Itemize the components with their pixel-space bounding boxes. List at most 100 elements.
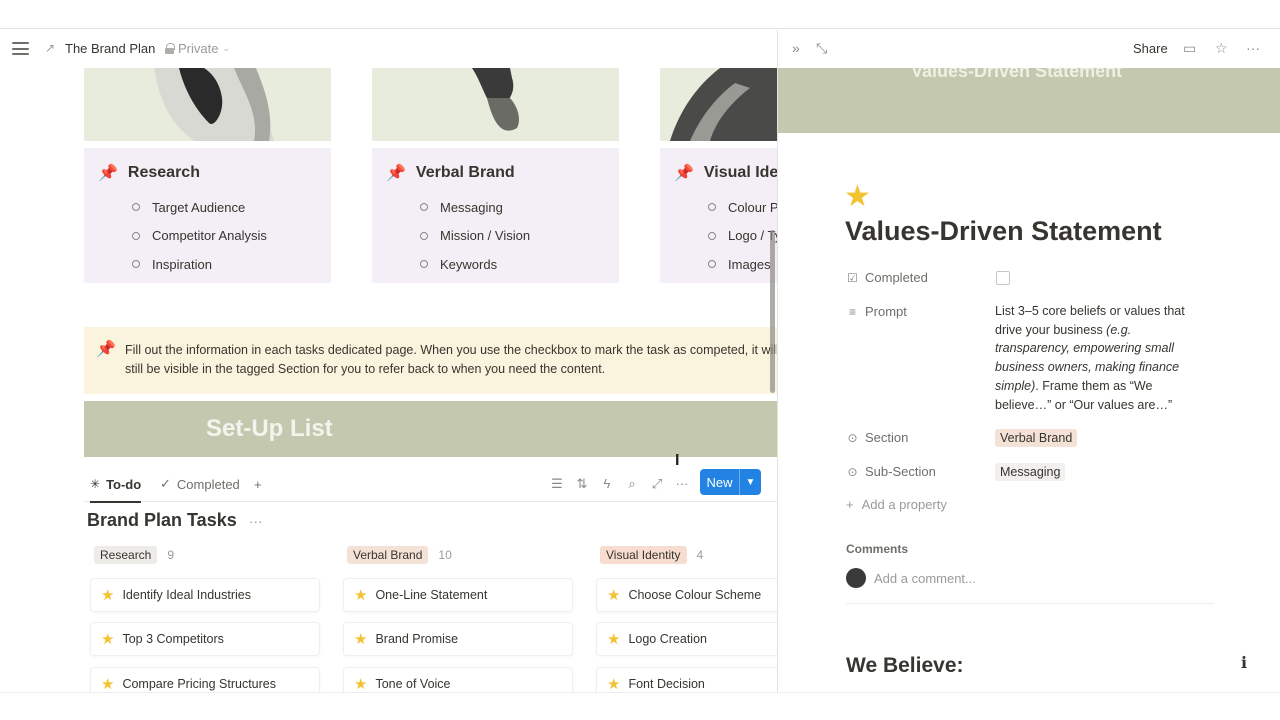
- star-icon: ★: [607, 631, 621, 648]
- banner-title: Set-Up List: [206, 415, 333, 442]
- card-title-wrap: 📌 Verbal Brand: [386, 163, 515, 183]
- search-icon[interactable]: ⌕: [624, 476, 640, 492]
- share-button[interactable]: Share: [1133, 41, 1168, 56]
- prompt-text: List 3–5 core beliefs or values that dri…: [995, 304, 1185, 337]
- card-title-wrap: 📌 Research: [98, 163, 200, 183]
- property-label: Sub-Section: [865, 464, 936, 479]
- task-card[interactable]: ★ Choose Colour Scheme: [596, 578, 777, 612]
- view-tabs-bar: ✳ To-do ✓ Completed + ☰ ⇅ ϟ ⌕ ⤢ ··· New …: [84, 466, 777, 503]
- column-tag: Research: [94, 546, 158, 564]
- gallery-cover-visual: [660, 68, 777, 141]
- more-options-icon[interactable]: ···: [674, 476, 690, 491]
- tab-to-do[interactable]: ✳ To-do: [90, 471, 142, 503]
- checkmark-icon: ✓: [160, 476, 171, 491]
- card-list-item: Images: [708, 250, 777, 279]
- task-card[interactable]: ★ Brand Promise: [343, 622, 573, 656]
- avatar: [846, 568, 866, 588]
- add-view-button[interactable]: +: [254, 471, 262, 497]
- cover-text: Values-Driven Statement: [911, 68, 1123, 81]
- section-tag[interactable]: Verbal Brand: [995, 429, 1078, 447]
- more-options-icon[interactable]: ···: [1246, 40, 1260, 56]
- task-title: Brand Promise: [375, 632, 459, 646]
- checkbox-property-icon: ☑: [847, 270, 858, 285]
- card-list: Messaging Mission / Vision Keywords: [420, 193, 530, 279]
- card-list-item: Mission / Vision: [420, 222, 530, 251]
- task-card[interactable]: ★ Compare Pricing Structures: [90, 667, 320, 692]
- board-column-verbal-brand: Verbal Brand 10 ★ One-Line Statement ★ Bra…: [339, 545, 573, 692]
- task-card[interactable]: ★ Identify Ideal Industries: [90, 578, 320, 612]
- chevron-down-icon[interactable]: ▼: [739, 469, 761, 495]
- select-property-icon: ⊙: [847, 464, 858, 479]
- section-heading: We Believe:: [846, 654, 964, 677]
- property-section[interactable]: ⊙ Section: [846, 430, 908, 445]
- open-full-page-icon[interactable]: ⤡: [816, 40, 827, 57]
- card-list: Colour Palette Logo / Typography Images: [708, 193, 777, 279]
- task-title: Tone of Voice: [375, 677, 451, 691]
- new-button[interactable]: New ▼: [700, 469, 761, 495]
- property-completed[interactable]: ☑ Completed: [846, 270, 928, 285]
- task-title: Font Decision: [628, 677, 705, 691]
- prompt-value[interactable]: List 3–5 core beliefs or values that dri…: [995, 302, 1205, 414]
- page-star-icon[interactable]: ★: [844, 179, 871, 214]
- gallery-cover-research: [84, 68, 331, 141]
- comment-input[interactable]: Add a comment...: [874, 571, 1204, 586]
- lock-icon: [165, 43, 175, 54]
- main-page: ↗ The Brand Plan Private ⌄ 📌 Research Ta…: [0, 30, 777, 692]
- sparkle-icon: ✳: [90, 477, 101, 491]
- instructions-callout: 📌 Fill out the information in each tasks…: [84, 327, 777, 394]
- pushpin-icon: 📌: [674, 165, 694, 182]
- add-property-label: Add a property: [861, 497, 947, 512]
- filter-icon[interactable]: ☰: [549, 476, 565, 492]
- close-peek-icon[interactable]: »: [792, 40, 800, 56]
- automation-icon[interactable]: ϟ: [599, 476, 615, 491]
- card-list-item: Colour Palette: [708, 193, 777, 222]
- tab-completed[interactable]: ✓ Completed: [160, 471, 240, 497]
- page-title[interactable]: Values-Driven Statement: [845, 216, 1162, 247]
- card-list-item: Inspiration: [132, 250, 267, 279]
- select-property-icon: ⊙: [847, 430, 858, 445]
- sort-icon[interactable]: ⇅: [574, 476, 590, 492]
- card-title: Verbal Brand: [415, 164, 515, 181]
- breadcrumb-title[interactable]: The Brand Plan: [65, 41, 155, 56]
- card-list-item: Logo / Typography: [708, 222, 777, 251]
- task-card[interactable]: ★ Font Decision: [596, 667, 777, 692]
- property-label: Section: [865, 430, 909, 445]
- privacy-selector[interactable]: Private ⌄: [165, 41, 230, 56]
- ai-assistant-icon[interactable]: ℹ: [1241, 653, 1247, 673]
- gallery-card-visual-identity[interactable]: 📌 Visual Identity Colour Palette Logo / …: [660, 148, 777, 283]
- card-title-wrap: 📌 Visual Identity: [674, 163, 777, 183]
- favorite-star-icon[interactable]: ☆: [1215, 40, 1228, 57]
- task-card[interactable]: ★ Logo Creation: [596, 622, 777, 656]
- card-title: Research: [127, 164, 200, 181]
- task-card[interactable]: ★ Tone of Voice: [343, 667, 573, 692]
- comment-icon[interactable]: ▭: [1183, 40, 1196, 57]
- tab-label: To-do: [106, 476, 142, 492]
- subsection-tag[interactable]: Messaging: [995, 463, 1066, 481]
- property-label: Completed: [865, 270, 928, 285]
- gallery-card-verbal-brand[interactable]: 📌 Verbal Brand Messaging Mission / Visio…: [372, 148, 619, 283]
- star-icon: ★: [354, 676, 368, 692]
- task-card[interactable]: ★ Top 3 Competitors: [90, 622, 320, 656]
- completed-checkbox[interactable]: [996, 271, 1010, 285]
- star-icon: ★: [101, 676, 115, 692]
- column-header: Verbal Brand 10: [339, 545, 573, 565]
- more-options-icon[interactable]: ···: [249, 513, 263, 529]
- column-count: 9: [167, 548, 175, 562]
- board-title: Brand Plan Tasks: [87, 510, 237, 530]
- page-link-icon: ↗: [45, 41, 56, 55]
- peek-top-bar: » ⤡ Share ▭ ☆ ···: [778, 30, 1280, 68]
- task-title: Identify Ideal Industries: [122, 588, 251, 602]
- add-property-button[interactable]: + Add a property: [846, 497, 947, 512]
- expand-icon[interactable]: ⤢: [649, 476, 665, 492]
- task-card[interactable]: ★ One-Line Statement: [343, 578, 573, 612]
- card-list-item: Competitor Analysis: [132, 222, 267, 251]
- vertical-scrollbar[interactable]: [770, 230, 775, 393]
- gallery-card-research[interactable]: 📌 Research Target Audience Competitor An…: [84, 148, 331, 283]
- card-list-item: Keywords: [420, 250, 530, 279]
- sidebar-menu-icon[interactable]: [12, 42, 29, 55]
- property-prompt[interactable]: ≡ Prompt: [846, 304, 907, 319]
- board-column-visual-identity: Visual Identity 4 ★ Choose Colour Scheme …: [592, 545, 777, 692]
- property-subsection[interactable]: ⊙ Sub-Section: [846, 464, 936, 479]
- star-icon: ★: [607, 676, 621, 692]
- star-icon: ★: [607, 587, 621, 604]
